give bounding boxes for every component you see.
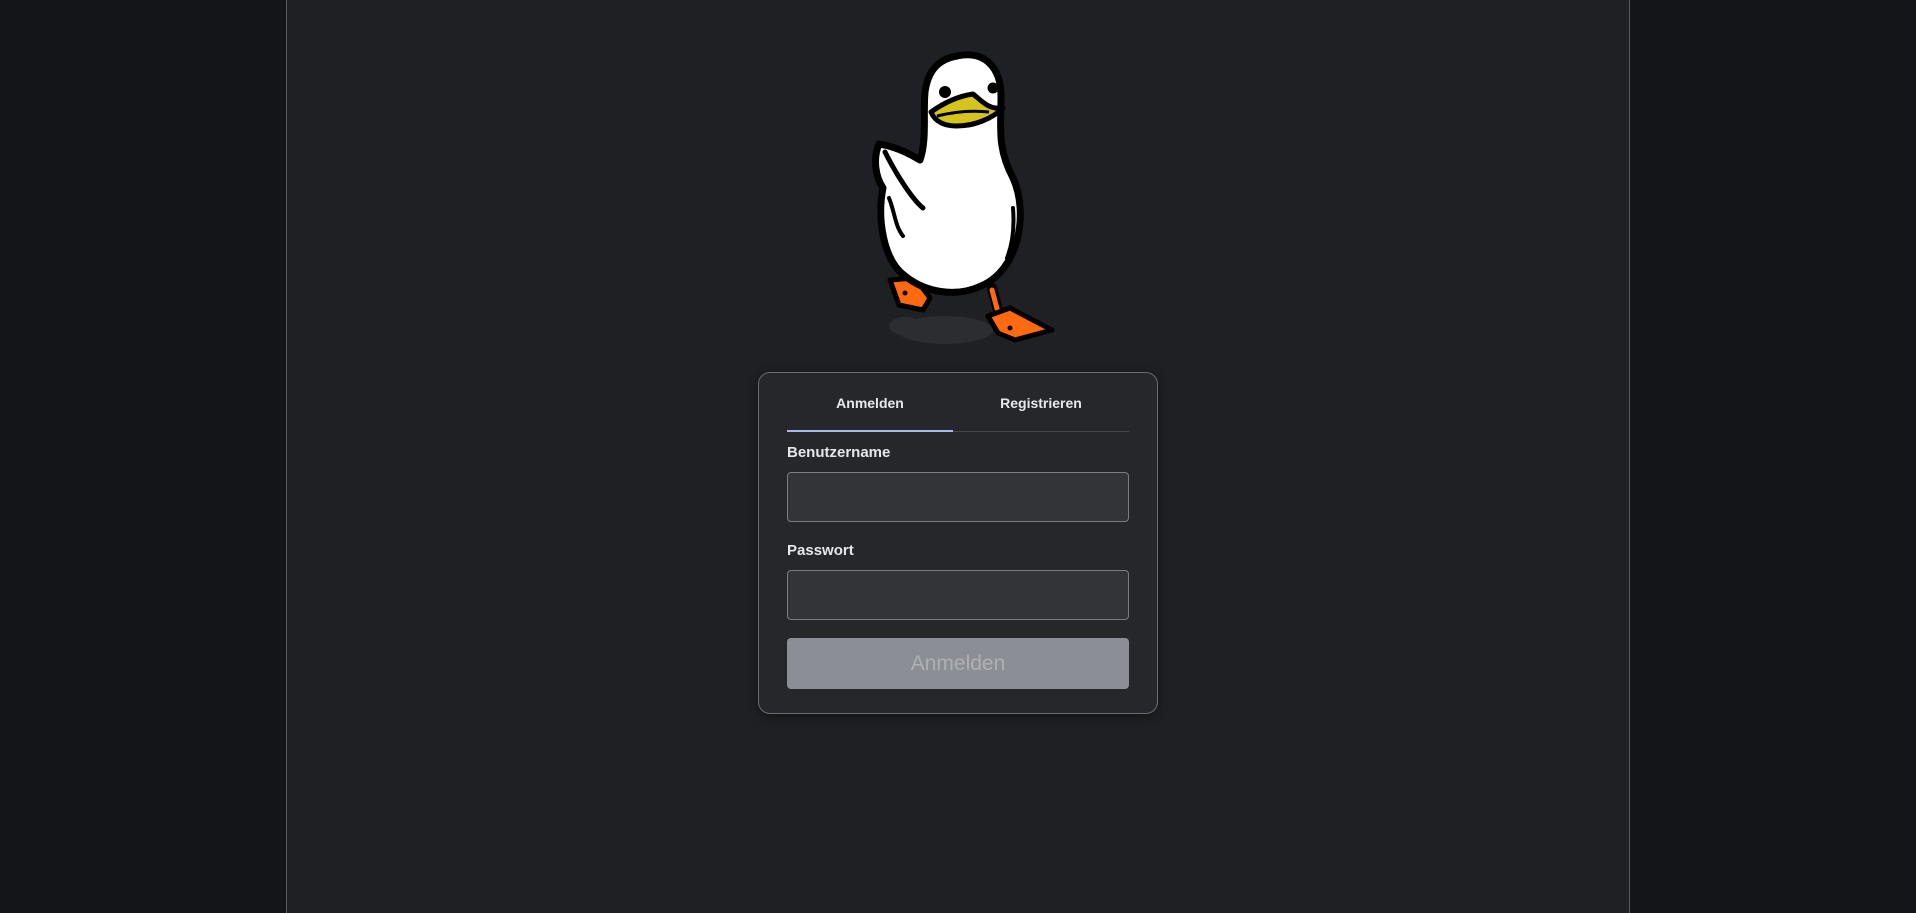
password-field[interactable] bbox=[787, 570, 1129, 620]
username-label: Benutzername bbox=[787, 444, 891, 461]
duck-mascot-icon bbox=[872, 51, 1055, 344]
tab-register[interactable]: Registrieren bbox=[953, 373, 1129, 432]
password-label: Passwort bbox=[787, 542, 854, 559]
active-tab-indicator bbox=[787, 430, 953, 432]
username-field[interactable] bbox=[787, 472, 1129, 522]
auth-tabs: Anmelden Registrieren bbox=[787, 373, 1129, 432]
login-button[interactable]: Anmelden bbox=[787, 638, 1129, 689]
tab-login[interactable]: Anmelden bbox=[787, 373, 953, 432]
login-card: Anmelden Registrieren Benutzername Passw… bbox=[758, 372, 1158, 714]
